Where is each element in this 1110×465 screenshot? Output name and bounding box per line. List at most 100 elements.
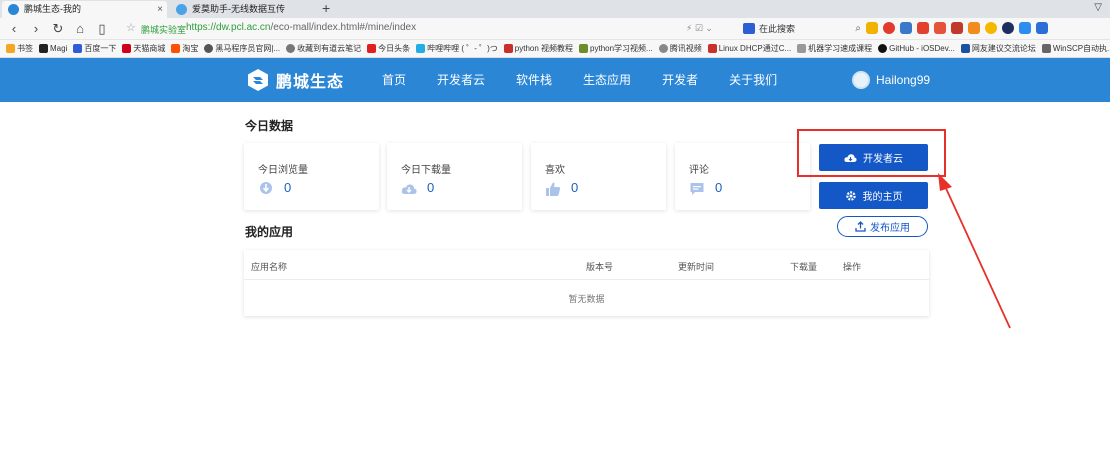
reload-button[interactable]: ↻ (50, 20, 66, 38)
cloud-download-icon (401, 184, 417, 194)
extension-toolbar (866, 22, 1048, 36)
bookmark-item[interactable]: 黑马程序员官网|... (204, 43, 280, 54)
window-menu-icon[interactable]: ▽ (1094, 2, 1102, 13)
address-tools-icon[interactable]: ⚡ ☑ ⌄ (686, 23, 713, 34)
bookmark-item[interactable]: 腾讯视频 (658, 43, 702, 54)
nav-eco-apps[interactable]: 生态应用 (583, 58, 631, 102)
nav-home[interactable]: 首页 (382, 58, 406, 102)
site-logo[interactable]: 鹏城生态 (246, 68, 344, 92)
bookmark-item[interactable]: GitHub - iOSDev... (878, 44, 955, 53)
stat-card-downloads: 今日下载量 0 (387, 143, 522, 210)
nav-software-stack[interactable]: 软件栈 (516, 58, 552, 102)
column-header-version: 版本号 (586, 262, 614, 272)
tab-title: 爱莫助手-无线数据互传 (192, 4, 285, 14)
bookmark-favicon-icon (416, 44, 426, 53)
bookmark-favicon-icon (658, 44, 668, 53)
home-button[interactable]: ⌂ (72, 20, 88, 38)
bookmark-favicon-icon (39, 44, 48, 53)
bookmark-item[interactable]: 天猫商城 (122, 43, 165, 54)
user-menu[interactable]: Hailong99 (852, 71, 930, 89)
site-identity-label: 鹏城实验室 (141, 25, 187, 35)
bookmark-favicon-icon (122, 44, 132, 53)
stat-value: 0 (715, 180, 723, 195)
bookmark-favicon-icon (960, 44, 970, 53)
stat-value: 0 (571, 180, 579, 195)
bookmark-star-icon[interactable]: ☆ (126, 21, 136, 34)
pin-icon (260, 182, 272, 194)
stat-label: 喜欢 (545, 165, 565, 176)
extension-icon[interactable] (985, 22, 997, 34)
new-tab-button[interactable]: + (322, 0, 330, 17)
bookmark-item[interactable]: 网友建议交流论坛 (960, 43, 1036, 54)
extension-icon[interactable] (917, 22, 929, 34)
annotation-highlight-box (797, 129, 946, 177)
search-icon[interactable]: ⌕ (855, 21, 861, 37)
site-header: 鹏城生态 首页 开发者云 软件栈 生态应用 开发者 关于我们 Hailong99 (0, 58, 1110, 102)
extension-icon[interactable] (951, 22, 963, 34)
bookmark-item[interactable]: 百度一下 (73, 43, 116, 54)
extension-icon[interactable] (934, 22, 946, 34)
publish-app-label: 发布应用 (870, 223, 910, 234)
main-nav: 首页 开发者云 软件栈 生态应用 开发者 关于我们 (382, 58, 808, 102)
tab-title: 鹏城生态-我的 (24, 4, 81, 14)
apps-table: 应用名称 版本号 更新时间 下载量 操作 暂无数据 (244, 250, 929, 316)
bookmark-favicon-icon (1041, 44, 1051, 53)
extension-icon[interactable] (866, 22, 878, 34)
nav-about[interactable]: 关于我们 (729, 58, 777, 102)
my-apps-title: 我的应用 (245, 225, 294, 239)
my-homepage-label: 我的主页 (862, 192, 903, 203)
bookmark-favicon-icon (503, 44, 513, 53)
extension-icon[interactable] (1036, 22, 1048, 34)
nav-dev-cloud[interactable]: 开发者云 (437, 58, 485, 102)
stat-card-likes: 喜欢 0 (531, 143, 666, 210)
extension-icon[interactable] (968, 22, 980, 34)
bookmark-item[interactable]: 今日头条 (367, 43, 410, 54)
bookmark-favicon-icon (73, 44, 83, 53)
bookmark-favicon-icon (797, 44, 807, 53)
bookmark-item[interactable]: 书签 (6, 43, 33, 54)
browser-tab-bar: 鹏城生态-我的 × 爱莫助手-无线数据互传 + ▽ (0, 0, 1110, 18)
back-button[interactable]: ‹ (6, 20, 22, 38)
thumbs-up-icon (546, 182, 561, 196)
nav-developers[interactable]: 开发者 (662, 58, 698, 102)
reader-mode-icon[interactable]: ▯ (94, 20, 110, 38)
my-homepage-button[interactable]: 我的主页 (819, 182, 928, 209)
username: Hailong99 (876, 73, 931, 87)
site-favicon-icon (176, 4, 187, 15)
bookmark-item[interactable]: WinSCP自动执... (1041, 43, 1110, 54)
bookmark-item[interactable]: 淘宝 (171, 43, 198, 54)
address-bar: ‹ › ↻ ⌂ ▯ ☆ 鹏城实验室 https://dw.pcl.ac.cn/e… (0, 18, 1110, 40)
extension-icon[interactable] (1002, 22, 1014, 34)
bookmark-item[interactable]: 机器学习速成课程 (797, 43, 872, 54)
bookmark-item[interactable]: python学习视频... (579, 43, 653, 54)
bookmark-item[interactable]: python 视频教程 (503, 43, 573, 54)
stat-label: 今日浏览量 (258, 165, 308, 176)
column-header-updated: 更新时间 (678, 262, 715, 272)
bookmarks-bar: 书签 Magi 百度一下 天猫商城 淘宝 黑马程序员官网|... 收藏到有道云笔… (0, 40, 1110, 58)
comment-icon (690, 183, 704, 195)
stat-card-views: 今日浏览量 0 (244, 143, 379, 210)
bookmark-item[interactable]: Magi (39, 44, 67, 53)
url-input[interactable]: https://dw.pcl.ac.cn/eco-mall/index.html… (186, 22, 416, 33)
stat-label: 评论 (689, 165, 709, 176)
bookmark-item[interactable]: Linux DHCP通过C... (707, 43, 791, 54)
tab-aimo[interactable]: 爱莫助手-无线数据互传 (170, 1, 318, 18)
search-placeholder: 在此搜索 (759, 24, 796, 34)
column-header-downloads: 下载量 (790, 262, 818, 272)
search-input[interactable]: 在此搜索 ⌕ (741, 21, 861, 37)
bookmark-item[interactable]: 哔哩哔哩 ( ゜- ゜)つ (416, 43, 498, 54)
forward-button[interactable]: › (28, 20, 44, 38)
star-icon (6, 44, 15, 53)
publish-app-button[interactable]: 发布应用 (837, 216, 928, 237)
url-host: https://dw.pcl.ac.cn (186, 22, 271, 33)
bookmark-favicon-icon (204, 44, 214, 53)
site-favicon-icon (8, 4, 19, 15)
stat-card-comments: 评论 0 (675, 143, 810, 210)
bookmark-favicon-icon (707, 44, 717, 53)
close-icon[interactable]: × (157, 1, 163, 18)
tab-pcl-mine[interactable]: 鹏城生态-我的 × (2, 1, 167, 18)
extension-icon[interactable] (883, 22, 895, 34)
extension-icon[interactable] (1019, 22, 1031, 34)
extension-icon[interactable] (900, 22, 912, 34)
bookmark-item[interactable]: 收藏到有道云笔记 (286, 43, 361, 54)
